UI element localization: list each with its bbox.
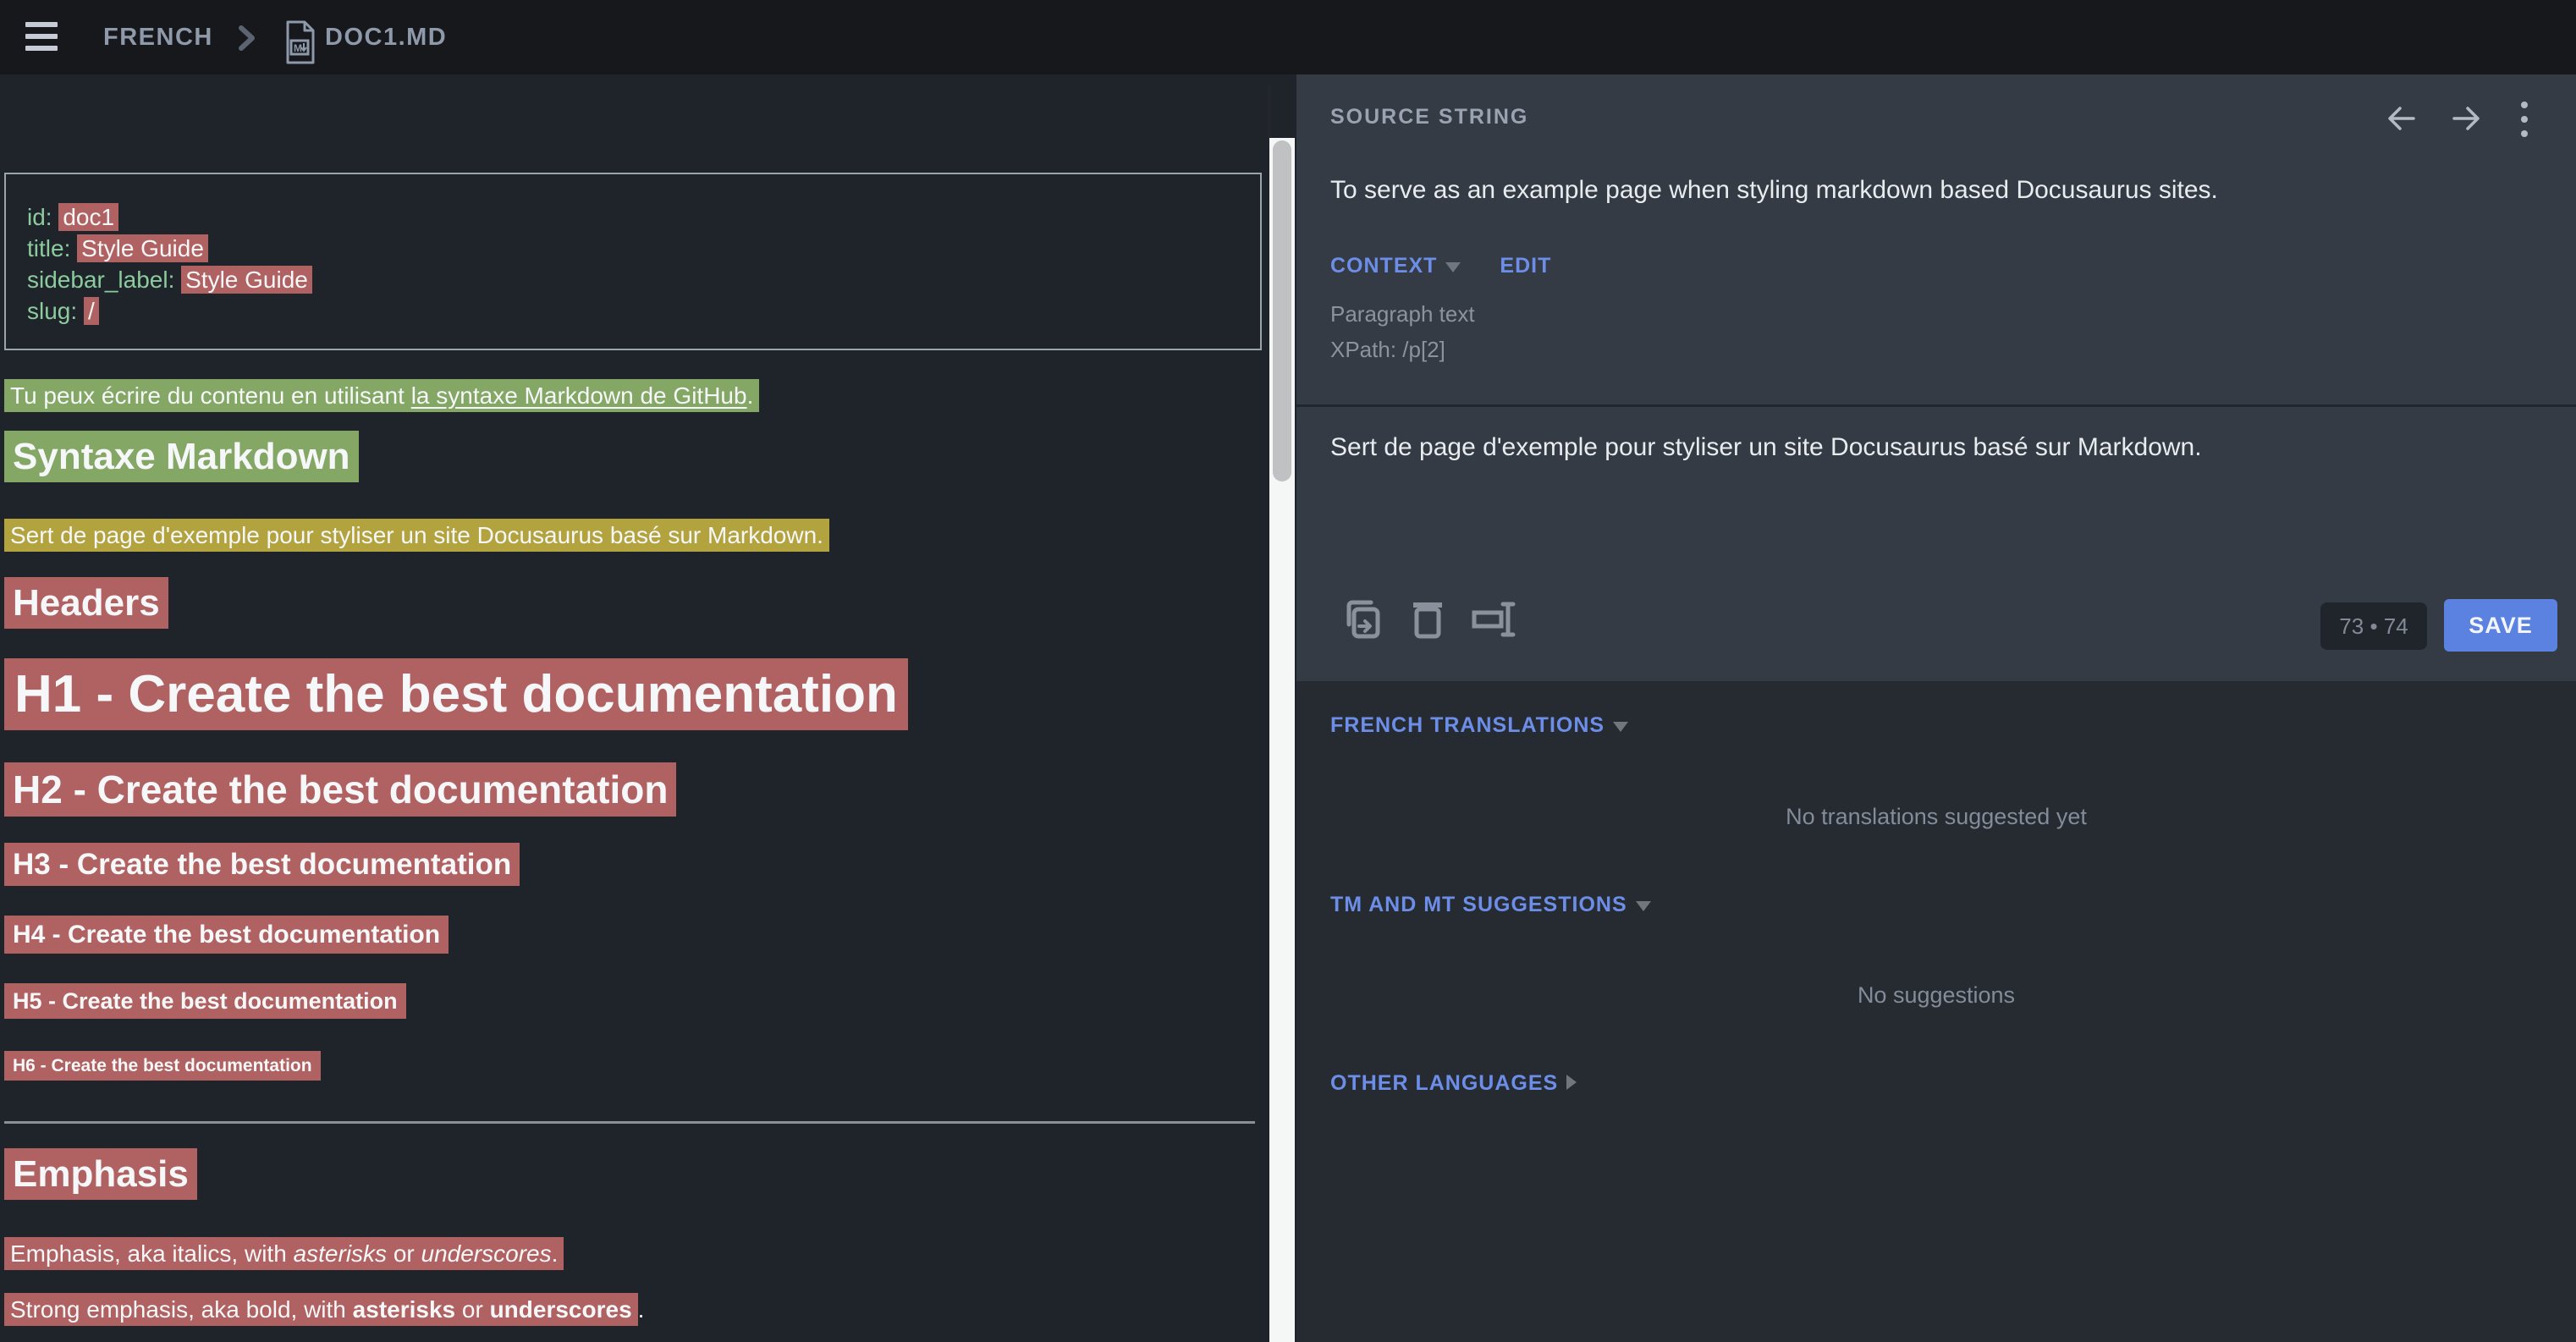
heading-h6[interactable]: H6 - Create the best documentation <box>4 1056 321 1076</box>
frontmatter-key: title: <box>27 235 70 261</box>
frontmatter-value-string[interactable]: Style Guide <box>181 266 312 294</box>
svg-text:M: M <box>294 42 302 54</box>
emphasis-text: or <box>387 1240 421 1267</box>
copy-icon[interactable] <box>1337 596 1384 643</box>
section-french-translations[interactable]: FRENCH TRANSLATIONS <box>1330 713 1628 738</box>
context-row: CONTEXT EDIT <box>1330 254 1551 278</box>
frontmatter-value-string[interactable]: Style Guide <box>77 234 208 262</box>
breadcrumb-file[interactable]: DOC1.MD <box>325 24 447 52</box>
text-cursor-icon[interactable] <box>1469 596 1520 643</box>
editor-toolbar: 73 • 74 SAVE <box>1296 584 2576 681</box>
paragraph-intro[interactable]: Tu peux écrire du contenu en utilisant l… <box>4 377 759 415</box>
suggestions-panel: FRENCH TRANSLATIONS No translations sugg… <box>1296 681 2576 1342</box>
paragraph-strong-emphasis[interactable]: Strong emphasis, aka bold, with asterisk… <box>4 1291 644 1328</box>
strong-bold: underscores <box>490 1296 632 1323</box>
source-string-panel: SOURCE STRING To serve as an example pag… <box>1296 74 2576 681</box>
chevron-down-icon <box>1445 262 1461 272</box>
strong-bold: asterisks <box>353 1296 455 1323</box>
translations-empty-text: No translations suggested yet <box>1296 804 2576 830</box>
frontmatter-key: slug: <box>27 298 77 324</box>
chevron-right-icon <box>234 24 259 52</box>
arrow-right-icon[interactable] <box>2447 100 2485 137</box>
heading-h1[interactable]: H1 - Create the best documentation <box>4 664 908 724</box>
paragraph-emphasis[interactable]: Emphasis, aka italics, with asterisks or… <box>4 1235 564 1273</box>
char-counter: 73 • 74 <box>2320 602 2427 650</box>
editor-divider <box>1296 404 2576 407</box>
heading-h3[interactable]: H3 - Create the best documentation <box>4 848 520 882</box>
document-scrollbar[interactable] <box>1269 138 1295 1342</box>
emphasis-italic: underscores <box>421 1240 552 1267</box>
breadcrumb-project[interactable]: FRENCH <box>103 24 213 52</box>
frontmatter-key: sidebar_label: <box>27 267 174 293</box>
context-toggle[interactable]: CONTEXT <box>1330 254 1437 278</box>
context-xpath: XPath: /p[2] <box>1330 337 1445 363</box>
trash-icon[interactable] <box>1405 596 1452 643</box>
heading-h2[interactable]: H2 - Create the best documentation <box>4 767 676 812</box>
frontmatter-line[interactable]: id: doc1 <box>27 201 1260 233</box>
strong-text: Strong emphasis, aka bold, with <box>10 1296 353 1323</box>
scrollbar-thumb[interactable] <box>1273 140 1291 481</box>
document-preview: id: doc1 title: Style Guide sidebar_labe… <box>0 74 1268 1342</box>
context-type: Paragraph text <box>1330 301 1475 327</box>
heading-h4[interactable]: H4 - Create the best documentation <box>4 921 449 949</box>
frontmatter-block: id: doc1 title: Style Guide sidebar_labe… <box>4 173 1262 350</box>
edit-context-button[interactable]: EDIT <box>1500 254 1551 278</box>
strong-text: or <box>455 1296 489 1323</box>
tm-empty-text: No suggestions <box>1296 982 2576 1009</box>
heading-emphasis[interactable]: Emphasis <box>4 1153 197 1196</box>
emphasis-italic: asterisks <box>294 1240 387 1267</box>
kebab-menu-icon[interactable] <box>2520 102 2529 139</box>
heading-h5[interactable]: H5 - Create the best documentation <box>4 988 406 1015</box>
top-bar: FRENCH M DOC1.MD <box>0 0 2576 74</box>
intro-period: . <box>747 382 754 409</box>
frontmatter-line[interactable]: slug: / <box>27 295 1260 327</box>
strong-period: . <box>638 1296 645 1323</box>
frontmatter-line[interactable]: title: Style Guide <box>27 233 1260 264</box>
frontmatter-key: id: <box>27 204 52 230</box>
translation-input[interactable]: Sert de page d'exemple pour styliser un … <box>1330 433 2515 462</box>
app: FRENCH M DOC1.MD <box>0 0 2576 1342</box>
chevron-right-icon <box>1566 1075 1577 1090</box>
intro-link[interactable]: la syntaxe Markdown de GitHub <box>411 382 747 409</box>
emphasis-text: . <box>552 1240 559 1267</box>
heading-headers[interactable]: Headers <box>4 582 168 624</box>
frontmatter-line[interactable]: sidebar_label: Style Guide <box>27 264 1260 295</box>
markdown-file-icon: M <box>283 20 316 66</box>
arrow-left-icon[interactable] <box>2383 100 2420 137</box>
intro-text: Tu peux écrire du contenu en utilisant <box>10 382 411 409</box>
panel-title: SOURCE STRING <box>1330 105 1528 129</box>
frontmatter-value-string[interactable]: doc1 <box>58 203 118 231</box>
chevron-down-icon <box>1613 722 1628 732</box>
hamburger-icon[interactable] <box>25 22 58 51</box>
section-other-languages[interactable]: OTHER LANGUAGES <box>1330 1071 1577 1096</box>
source-string-text: To serve as an example page when styling… <box>1330 176 2498 205</box>
save-button[interactable]: SAVE <box>2444 599 2557 652</box>
chevron-down-icon <box>1636 901 1651 911</box>
horizontal-rule <box>4 1121 1255 1124</box>
emphasis-text: Emphasis, aka italics, with <box>10 1240 294 1267</box>
section-tm-mt-suggestions[interactable]: TM AND MT SUGGESTIONS <box>1330 893 1651 917</box>
heading-syntaxe-markdown[interactable]: Syntaxe Markdown <box>4 436 359 478</box>
frontmatter-value-string[interactable]: / <box>84 297 99 325</box>
paragraph-selected-string[interactable]: Sert de page d'exemple pour styliser un … <box>4 517 829 554</box>
